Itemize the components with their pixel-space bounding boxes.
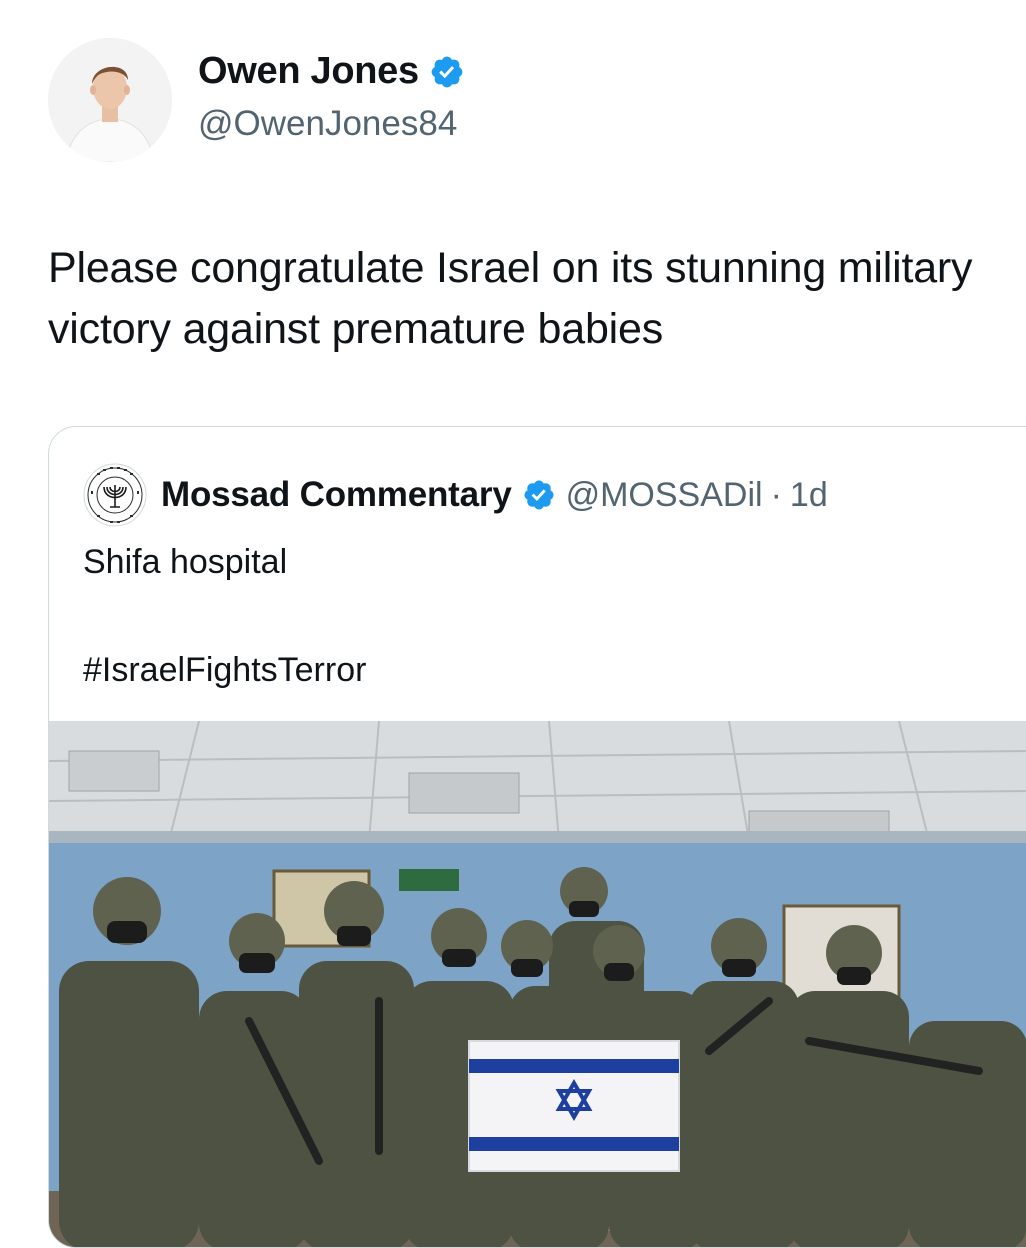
flag-icon <box>468 1040 680 1172</box>
author-avatar[interactable] <box>48 38 172 162</box>
verified-badge-icon <box>524 480 554 510</box>
quoted-tweet-timestamp[interactable]: 1d <box>790 476 828 515</box>
profile-photo <box>48 38 172 162</box>
quoted-author-display-name[interactable]: Mossad Commentary <box>161 475 512 515</box>
quoted-author-handle[interactable]: @MOSSADil <box>566 476 763 515</box>
verified-badge-icon <box>431 56 463 87</box>
author-name-row[interactable]: Owen Jones <box>198 50 465 93</box>
author-handle[interactable]: @OwenJones84 <box>198 104 457 144</box>
mossad-emblem-icon <box>83 463 147 527</box>
quoted-tweet-card[interactable]: Mossad Commentary @MOSSADil · 1d Shifa h… <box>48 426 1026 1248</box>
separator-dot: · <box>770 475 782 514</box>
quoted-tweet-header: Mossad Commentary @MOSSADil · 1d <box>83 463 828 527</box>
tweet-text: Please congratulate Israel on its stunni… <box>48 244 973 353</box>
soldiers-with-flag-photo <box>49 721 1026 1247</box>
quoted-tweet-hashtag[interactable]: #IsraelFightsTerror <box>83 651 366 690</box>
quoted-tweet-photo[interactable] <box>49 721 1026 1247</box>
quoted-tweet-text-line-1: Shifa hospital <box>83 543 288 581</box>
author-display-name[interactable]: Owen Jones <box>198 50 419 93</box>
